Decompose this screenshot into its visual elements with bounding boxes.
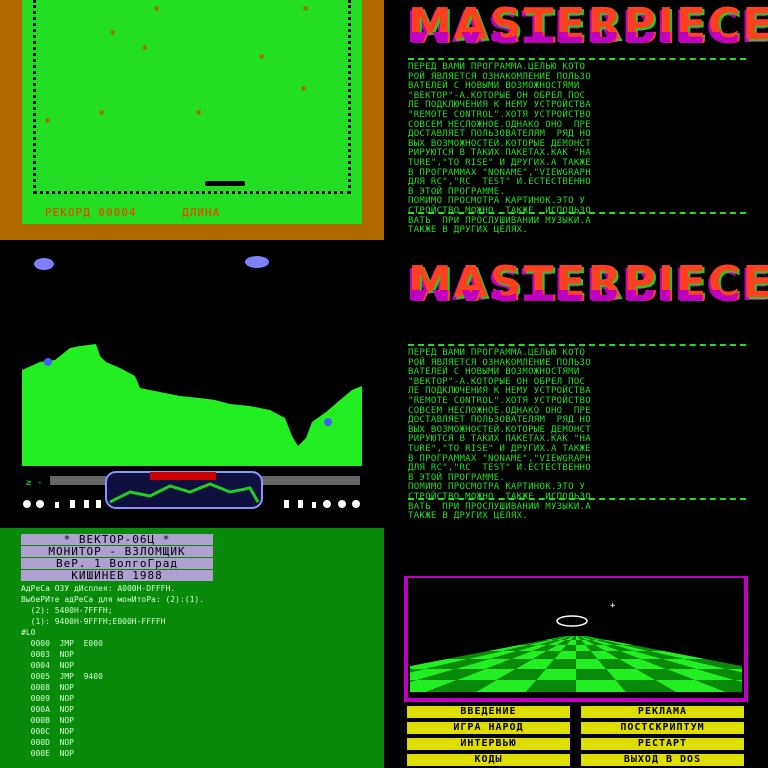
divider-line [408,498,746,500]
food-item: ✱ [45,116,51,126]
lives-right [284,500,360,508]
text-line: ТАКЖЕ В ДРУГИХ ЦЕЛЯХ. [408,225,529,236]
snake [205,181,245,186]
text-line: ТАКЖЕ В ДРУГИХ ЦЕЛЯХ. [408,511,529,522]
cloud-right [245,256,269,268]
divider-line [408,344,746,346]
menu-button-2[interactable]: ИГРА НАРОД [407,722,570,734]
food-item: ✱ [154,4,160,14]
snake-game-field: ✱ ✱ ✱ ✱ ✱ ✱ ✱ ✱ ✱ [22,0,362,224]
monitor-line: 0000 JMP E000 [21,639,103,648]
terrain [22,344,362,466]
food-item: ✱ [303,4,309,14]
monitor-line: 0004 NOP [21,661,74,670]
monitor-title-2: МОНИТОР - ВЗЛОМЩИК [21,546,213,557]
lives-indicator: ≥ - [26,478,42,488]
food-item: ✱ [259,52,265,62]
monitor-line: 0008 NOP [21,683,74,692]
monitor-line: 000B NOP [21,716,74,725]
menu-button-4[interactable]: ИНТЕРВЬЮ [407,738,570,750]
masterpiece-logo-reflection: MASTERPIECE [408,290,745,308]
landscape-game-panel: ≥ - [0,240,384,528]
monitor-title-4: КИШИНЕВ 1988 [21,570,213,581]
snake-arena [33,0,351,194]
cloud-left [34,258,54,270]
menu-button-0[interactable]: ВВЕДЕНИЕ [407,706,570,718]
menu-3d-panel: + ВВЕДЕНИЕ РЕКЛАМА ИГРА НАРОД ПОСТСКРИПТУМ И… [384,528,768,768]
menu-button-6[interactable]: КОДЫ [407,754,570,766]
monitor-line: 000C NOP [21,727,74,736]
monitor-line: #L0 [21,628,36,637]
crosshair-icon: + [610,601,616,611]
monitor-line: 000A NOP [21,705,74,714]
masterpiece-text-bottom: ПЕРЕД ВАМИ ПРОГРАММА.ЦЕЛЬЮ КОТО РОЙ ЯВЛЯЕ… [408,348,746,522]
menu-button-1[interactable]: РЕКЛАМА [581,706,744,718]
length-label: ДЛИНА [182,206,221,219]
food-item: ✱ [301,84,307,94]
masterpiece-text-top: ПЕРЕД ВАМИ ПРОГРАММА.ЦЕЛЬЮ КОТО РОЙ ЯВЛЯЕ… [408,62,746,236]
snake-game-panel: ✱ ✱ ✱ ✱ ✱ ✱ ✱ ✱ ✱ РЕКОРД 00004 ДЛИНА [0,0,384,240]
monitor-title-1: * ВЕКТОР-06Ц * [21,534,213,545]
monitor-line: ВыбеРИте адРеСа для монИтоРа: (2):(1). [21,595,205,604]
food-item: ✱ [110,28,116,38]
lives-left [23,500,101,508]
landscape-scene: ≥ - [0,256,384,509]
divider-line [408,212,746,214]
monitor-line: 0009 NOP [21,694,74,703]
player-ship [44,358,52,366]
menu-button-5[interactable]: РЕСТАРТ [581,738,744,750]
menu-button-3[interactable]: ПОСТСКРИПТУМ [581,722,744,734]
menu-button-7[interactable]: ВЫХОД В DOS [581,754,744,766]
monitor-line: АдРеСа ОЗУ дИсплея: A000H-DFFFH. [21,584,176,593]
radar-top-marker [150,472,216,480]
masterpiece-logo-reflection-text: MASTERPIECE [408,290,745,308]
perspective-floor-scene: + [404,576,748,702]
monitor-line: (2): 5400H-7FFFH; [21,606,113,615]
food-item: ✱ [99,108,105,118]
food-item: ✱ [142,43,148,53]
monitor-line: 000D NOP [21,738,74,747]
monitor-line: 000E NOP [21,749,74,758]
monitor-line: (1): 9400H-9FFFH;E000H-FFFFH [21,617,166,626]
monitor-line: 0003 NOP [21,650,74,659]
snake-status-bar: РЕКОРД 00004 ДЛИНА [45,206,258,219]
monitor-line: 0005 JMP 9400 [21,672,103,681]
masterpiece-logo-reflection: MASTERPIECE [408,32,745,50]
record-label: РЕКОРД 00004 [45,206,137,219]
divider-line [408,58,746,60]
monitor-panel: * ВЕКТОР-06Ц * МОНИТОР - ВЗЛОМЩИК ВеР. 1… [0,528,384,768]
masterpiece-logo-reflection-text: MASTERPIECE [408,32,745,50]
monitor-title-3: ВеР. 1 ВолгоГрад [21,558,213,569]
enemy-ship [324,418,332,426]
food-item: ✱ [196,108,202,118]
